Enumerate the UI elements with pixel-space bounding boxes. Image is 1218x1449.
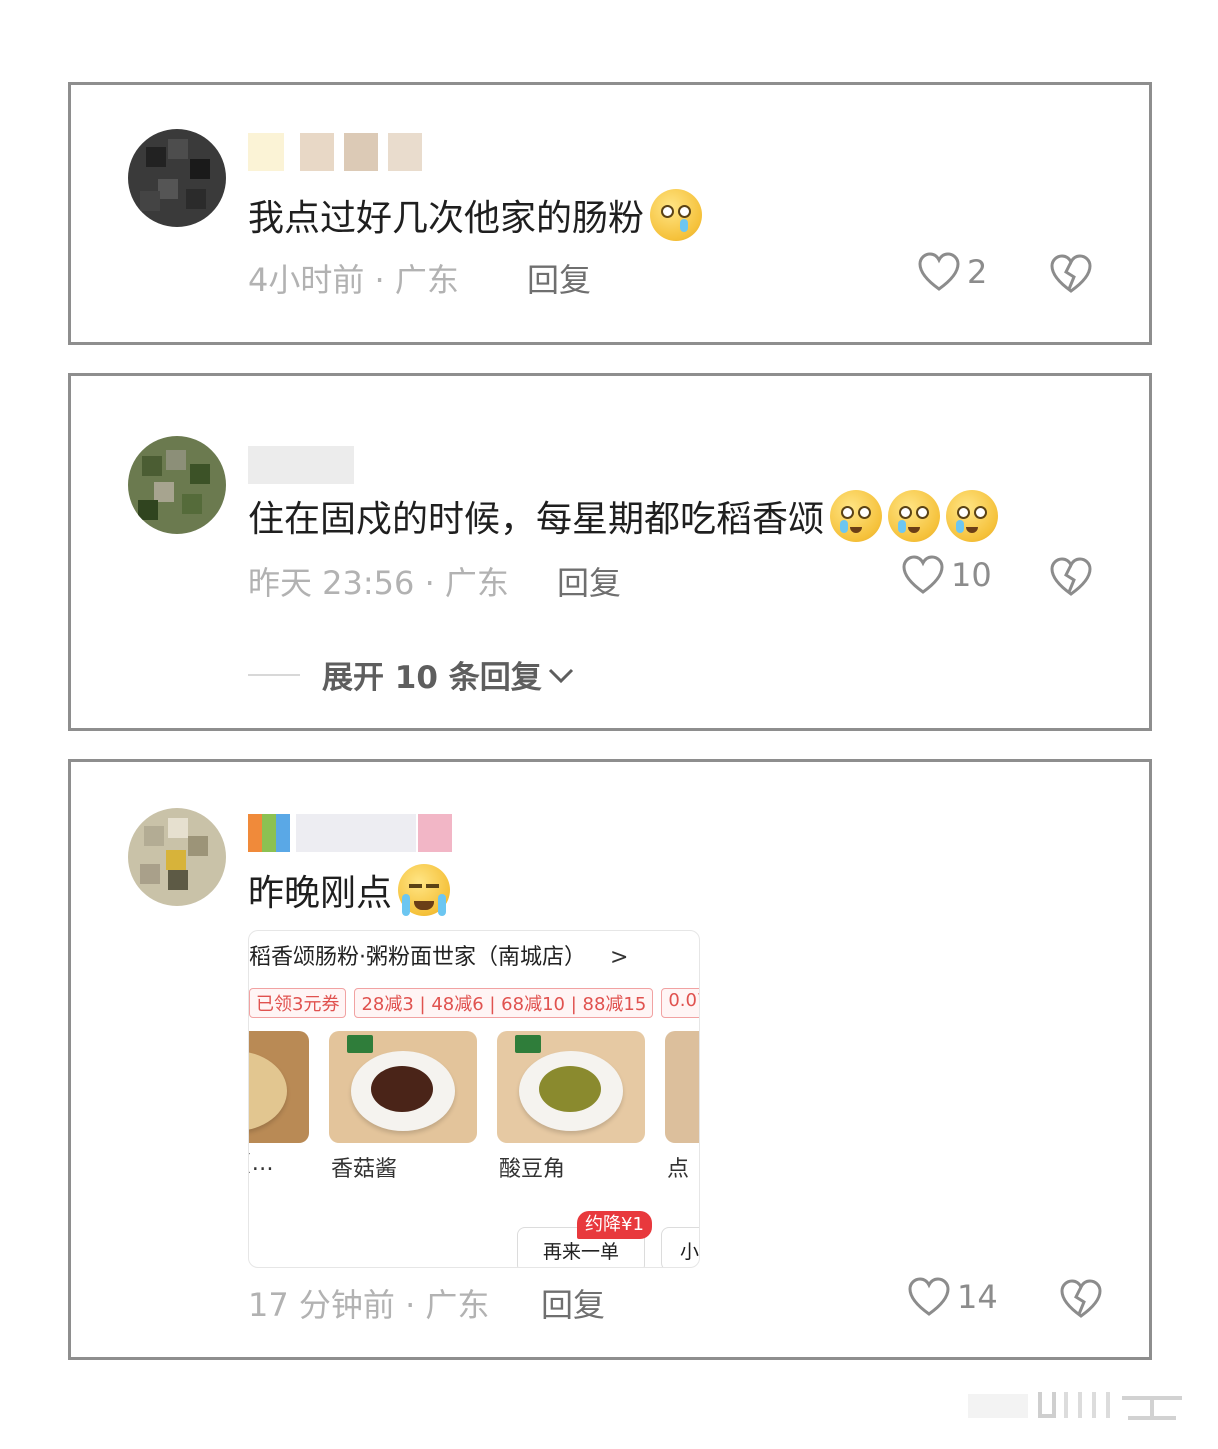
dislike-button[interactable] bbox=[1059, 1278, 1103, 1324]
divider-line bbox=[248, 673, 300, 676]
comment-time-location: 17 分钟前 · 广东 bbox=[248, 1286, 490, 1324]
comment-text: 住在固戍的时候，每星期都吃稻香颂 bbox=[248, 490, 999, 542]
pleading-face-emoji bbox=[946, 490, 999, 542]
mini-button[interactable]: 小 bbox=[661, 1227, 699, 1267]
comment-text: 我点过好几次他家的肠粉 bbox=[248, 189, 703, 241]
broken-heart-icon bbox=[1060, 1279, 1102, 1318]
comment-time-location: 昨天 23:56 · 广东 bbox=[248, 564, 509, 602]
heart-icon bbox=[902, 555, 944, 594]
food-label: 酸豆角 bbox=[499, 1157, 566, 1182]
reply-button[interactable]: 回复 bbox=[527, 255, 591, 301]
dislike-button[interactable] bbox=[1049, 556, 1093, 602]
chevron-right-icon: > bbox=[610, 945, 629, 970]
dislike-button[interactable] bbox=[1049, 253, 1093, 299]
coupon-badge[interactable]: 28减3 | 48减6 | 68减10 | 88减15 bbox=[354, 988, 654, 1018]
username-blurred[interactable] bbox=[248, 133, 448, 171]
avatar[interactable] bbox=[128, 436, 226, 534]
coupon-badge[interactable]: 已领3元券 bbox=[249, 988, 347, 1018]
shop-link[interactable]: 稻香颂肠粉·粥粉面世家（南城店） > bbox=[249, 939, 628, 971]
food-label: 点 bbox=[667, 1157, 690, 1182]
brand-logo bbox=[347, 1035, 373, 1053]
discount-badge: 约降¥1 bbox=[577, 1211, 652, 1239]
comment-card: 我点过好几次他家的肠粉 4小时前 · 广东 回复 2 bbox=[68, 82, 1152, 345]
comment-card: 昨晚刚点 稻香颂肠粉·粥粉面世家（南城店） > 已领3元券 28减3 | 48减6… bbox=[68, 759, 1152, 1360]
expand-replies-button[interactable]: 展开 10 条回复 bbox=[248, 652, 576, 697]
coupon-row: 已领3元券 28减3 | 48减6 | 68减10 | 88减15 0.07 bbox=[249, 988, 699, 1018]
like-count: 2 bbox=[967, 253, 988, 291]
food-image[interactable] bbox=[249, 1031, 309, 1143]
broken-heart-icon bbox=[1050, 557, 1092, 596]
food-image[interactable] bbox=[665, 1031, 699, 1143]
reply-button[interactable]: 回复 bbox=[557, 558, 621, 604]
coupon-badge[interactable]: 0.07 bbox=[661, 988, 699, 1018]
broken-heart-icon bbox=[1050, 254, 1092, 293]
shop-name: 稻香颂肠粉·粥粉面世家（南城店） bbox=[249, 945, 586, 970]
like-count: 14 bbox=[957, 1278, 998, 1316]
heart-icon bbox=[908, 1277, 950, 1316]
pleading-face-emoji bbox=[830, 490, 883, 542]
expand-replies-label: 展开 10 条回复 bbox=[322, 660, 542, 696]
heart-icon bbox=[918, 252, 960, 291]
food-image[interactable] bbox=[497, 1031, 645, 1143]
brand-logo bbox=[515, 1035, 541, 1053]
comment-card: 住在固戍的时候，每星期都吃稻香颂 昨天 23:56 · 广东 回复 10 展开 … bbox=[68, 373, 1152, 731]
like-button[interactable]: 14 bbox=[907, 1276, 998, 1318]
food-label: (… bbox=[249, 1151, 274, 1176]
comment-time-location: 4小时前 · 广东 bbox=[248, 261, 459, 299]
username-blurred[interactable] bbox=[248, 446, 358, 484]
avatar[interactable] bbox=[128, 808, 226, 906]
food-image[interactable] bbox=[329, 1031, 477, 1143]
reply-button[interactable]: 回复 bbox=[541, 1280, 605, 1326]
like-button[interactable]: 10 bbox=[901, 554, 992, 596]
username-blurred[interactable] bbox=[248, 814, 458, 852]
comment-text: 昨晚刚点 bbox=[248, 864, 451, 916]
crying-face-emoji bbox=[650, 189, 703, 241]
like-button[interactable]: 2 bbox=[917, 251, 987, 293]
chevron-down-icon bbox=[548, 668, 573, 683]
order-share-card[interactable]: 稻香颂肠粉·粥粉面世家（南城店） > 已领3元券 28减3 | 48减6 | 68… bbox=[248, 930, 700, 1268]
pleading-face-emoji bbox=[888, 490, 941, 542]
avatar[interactable] bbox=[128, 129, 226, 227]
like-count: 10 bbox=[951, 556, 992, 594]
loudly-crying-face-emoji bbox=[398, 864, 451, 916]
food-label: 香菇酱 bbox=[331, 1157, 398, 1182]
watermark-logo bbox=[968, 1392, 1182, 1420]
